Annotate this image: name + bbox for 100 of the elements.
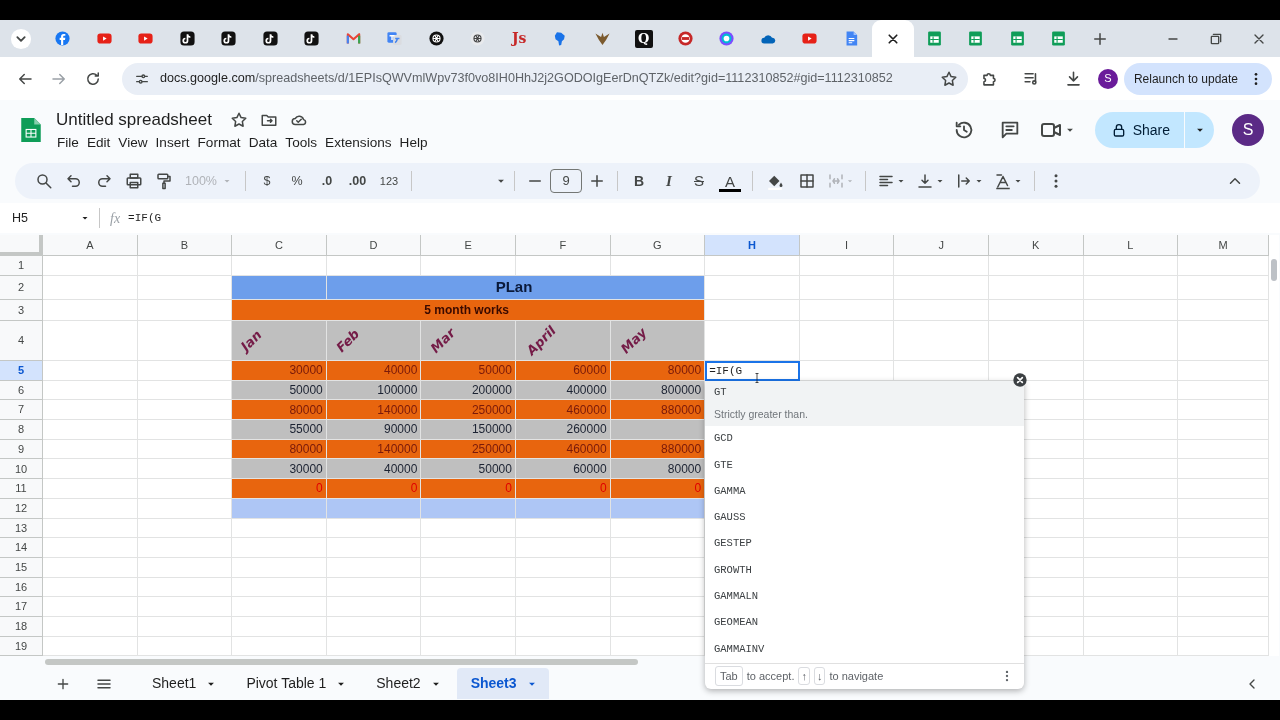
bold-button[interactable]: B bbox=[624, 168, 654, 194]
suggestion-item[interactable]: GTE bbox=[705, 452, 1024, 479]
cell-editor[interactable]: =IF(G bbox=[705, 361, 800, 381]
merge-cells-icon[interactable] bbox=[827, 172, 845, 190]
strikethrough-button[interactable]: S bbox=[684, 168, 714, 194]
font-size-field[interactable]: 9 bbox=[550, 169, 582, 193]
column-header[interactable]: B bbox=[137, 235, 233, 256]
table-cell: 0 bbox=[326, 479, 422, 499]
row-header[interactable]: 19 bbox=[0, 636, 43, 657]
row-header[interactable]: 11 bbox=[0, 479, 43, 499]
suggestion-item[interactable]: GESTEP bbox=[705, 531, 1024, 558]
decrease-decimals-button[interactable]: .0 bbox=[312, 168, 342, 194]
row-header[interactable]: 13 bbox=[0, 518, 43, 539]
column-header[interactable]: D bbox=[326, 235, 422, 256]
search-icon[interactable] bbox=[35, 172, 53, 190]
sheet-tab[interactable]: Sheet2 bbox=[362, 668, 453, 700]
menu-item[interactable]: Tools bbox=[281, 132, 322, 154]
suggestion-item[interactable]: GEOMEAN bbox=[705, 610, 1024, 637]
percent-button[interactable]: % bbox=[282, 168, 312, 194]
row-header[interactable]: 17 bbox=[0, 597, 43, 617]
menu-item[interactable]: Extensions bbox=[321, 132, 396, 154]
function-name: GT bbox=[714, 384, 727, 400]
row-header[interactable]: 16 bbox=[0, 577, 43, 598]
name-box[interactable]: H5 bbox=[12, 208, 28, 228]
menu-item[interactable]: Format bbox=[193, 132, 245, 154]
star-icon[interactable] bbox=[229, 110, 248, 129]
row-header[interactable]: 4 bbox=[0, 321, 43, 361]
italic-button[interactable]: I bbox=[654, 168, 684, 194]
column-header[interactable]: J bbox=[894, 235, 989, 256]
row-header[interactable]: 10 bbox=[0, 459, 43, 480]
column-header[interactable]: M bbox=[1178, 235, 1270, 256]
row-header[interactable]: 8 bbox=[0, 420, 43, 440]
row-header[interactable]: 15 bbox=[0, 557, 43, 578]
column-header[interactable]: K bbox=[988, 235, 1084, 256]
column-header[interactable]: E bbox=[421, 235, 516, 256]
column-header[interactable]: H bbox=[705, 235, 800, 256]
column-header[interactable]: L bbox=[1083, 235, 1179, 256]
suggestion-item[interactable]: GAMMAINV bbox=[705, 636, 1024, 663]
table-cell: 0 bbox=[610, 479, 706, 499]
increase-decimals-button[interactable]: .00 bbox=[342, 168, 373, 194]
close-icon[interactable] bbox=[1012, 372, 1028, 388]
document-title[interactable]: Untitled spreadsheet bbox=[56, 107, 212, 133]
print-icon[interactable] bbox=[125, 172, 143, 190]
column-header[interactable]: I bbox=[799, 235, 895, 256]
number-format-button[interactable]: 123 bbox=[373, 168, 405, 194]
menu-item[interactable]: Help bbox=[395, 132, 432, 154]
row-header[interactable]: 18 bbox=[0, 616, 43, 637]
sheet-tab[interactable]: Sheet3 bbox=[456, 668, 549, 700]
column-header[interactable]: G bbox=[610, 235, 706, 256]
disc-icon bbox=[54, 30, 72, 47]
row-header[interactable]: 1 bbox=[0, 256, 43, 276]
scrollbar-thumb[interactable] bbox=[45, 659, 638, 666]
row-header[interactable]: 12 bbox=[0, 498, 43, 519]
suggestion-item[interactable]: GAMMALN bbox=[705, 583, 1024, 611]
spreadsheet-icon bbox=[925, 30, 943, 47]
bookmark-star-icon[interactable] bbox=[940, 69, 958, 88]
menu-item[interactable]: Insert bbox=[151, 132, 194, 154]
formula-field[interactable]: =IF(G bbox=[128, 209, 1280, 227]
menu-item[interactable]: File bbox=[53, 132, 83, 154]
row-header[interactable]: 14 bbox=[0, 538, 43, 558]
suggestion-item[interactable]: GT Strictly greater than. bbox=[705, 381, 1024, 426]
menu-item[interactable]: Data bbox=[244, 132, 282, 154]
row-header[interactable]: 2 bbox=[0, 276, 43, 300]
reload-icon[interactable] bbox=[84, 69, 102, 88]
row-header[interactable]: 6 bbox=[0, 380, 43, 401]
currency-button[interactable]: $ bbox=[252, 168, 282, 194]
scrollbar-thumb[interactable] bbox=[1271, 259, 1278, 281]
row-header[interactable]: 5 bbox=[0, 361, 43, 381]
row-header[interactable]: 9 bbox=[0, 439, 43, 460]
redo-icon[interactable] bbox=[95, 172, 113, 190]
sheet-tab[interactable]: Pivot Table 1 bbox=[232, 668, 359, 700]
row-header[interactable]: 7 bbox=[0, 400, 43, 421]
vertical-align-icon[interactable] bbox=[915, 172, 934, 190]
sheet-tab[interactable]: Sheet1 bbox=[138, 668, 229, 700]
suggestion-item[interactable]: GAMMA bbox=[705, 478, 1024, 505]
relaunch-button[interactable]: Relaunch to update bbox=[1123, 62, 1272, 95]
increase-font-icon[interactable] bbox=[588, 172, 606, 190]
undo-icon[interactable] bbox=[65, 172, 83, 190]
table-cell: 30000 bbox=[232, 361, 327, 381]
browser-tab[interactable]: Js bbox=[498, 20, 540, 57]
borders-icon[interactable] bbox=[798, 172, 816, 190]
browser-tab[interactable]: Q bbox=[623, 20, 665, 57]
suggestion-item[interactable]: GAUSS bbox=[705, 504, 1024, 532]
profile-avatar[interactable]: S bbox=[1098, 68, 1118, 89]
column-header[interactable]: A bbox=[43, 235, 138, 256]
menu-item[interactable]: Edit bbox=[82, 132, 115, 154]
account-avatar[interactable]: S bbox=[1232, 114, 1264, 146]
tab-search-icon[interactable] bbox=[10, 27, 32, 50]
column-header[interactable]: C bbox=[232, 235, 327, 256]
paint-format-icon[interactable] bbox=[155, 172, 173, 190]
menu-item[interactable]: View bbox=[114, 132, 152, 154]
text-rotation-icon[interactable] bbox=[993, 172, 1012, 190]
address-bar[interactable]: docs.google.com/spreadsheets/d/1EPIsQWVmlWpv73f0vo8IH0HhJ2j2GODOIgEerDnQTZk/edit?gid=1112310852#gid=1112310852 bbox=[122, 62, 968, 95]
ring-icon bbox=[718, 30, 736, 47]
row-header[interactable]: 3 bbox=[0, 300, 43, 321]
table-cell: 150000 bbox=[421, 420, 516, 440]
suggestion-item[interactable]: GROWTH bbox=[705, 557, 1024, 584]
text-color-button[interactable]: A bbox=[719, 170, 741, 192]
suggestion-item[interactable]: GCD bbox=[705, 426, 1024, 453]
column-header[interactable]: F bbox=[515, 235, 611, 256]
